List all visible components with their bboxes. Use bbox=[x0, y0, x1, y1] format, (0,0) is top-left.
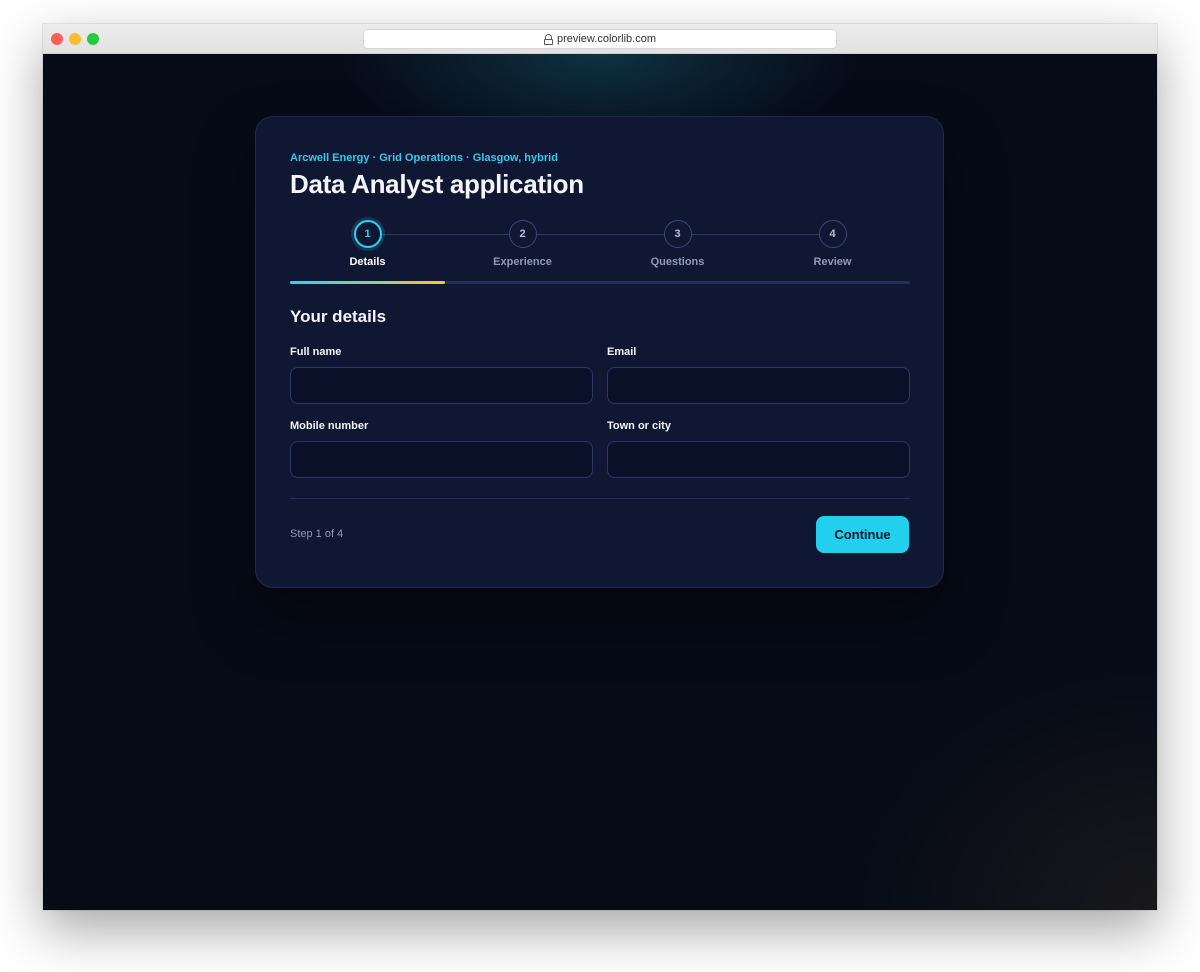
step-questions[interactable]: 3 Questions bbox=[600, 219, 755, 268]
step-label: Experience bbox=[493, 256, 552, 268]
address-bar-url: preview.colorlib.com bbox=[556, 33, 657, 45]
progress-fill bbox=[290, 281, 445, 284]
browser-window: preview.colorlib.com Arcwell Energy · Gr… bbox=[43, 24, 1157, 910]
maximize-window-button[interactable] bbox=[87, 33, 99, 45]
town-input[interactable] bbox=[607, 441, 910, 478]
mobile-number-label: Mobile number bbox=[290, 420, 369, 432]
divider bbox=[290, 498, 910, 499]
step-number: 2 bbox=[508, 220, 537, 248]
step-label: Details bbox=[349, 256, 386, 268]
page-viewport: Arcwell Energy · Grid Operations · Glasg… bbox=[43, 54, 1157, 910]
town-label: Town or city bbox=[607, 420, 671, 432]
step-number: 3 bbox=[663, 220, 692, 248]
step-experience[interactable]: 2 Experience bbox=[445, 219, 600, 268]
progress-track bbox=[290, 281, 910, 284]
close-window-button[interactable] bbox=[51, 33, 63, 45]
full-name-input[interactable] bbox=[290, 367, 593, 404]
lock-icon bbox=[543, 33, 553, 45]
minimize-window-button[interactable] bbox=[69, 33, 81, 45]
job-meta: Arcwell Energy · Grid Operations · Glasg… bbox=[290, 152, 558, 164]
step-label: Questions bbox=[650, 256, 705, 268]
step-number: 1 bbox=[353, 220, 382, 248]
full-name-label: Full name bbox=[290, 346, 342, 358]
step-number: 4 bbox=[818, 220, 847, 248]
step-review[interactable]: 4 Review bbox=[755, 219, 910, 268]
mobile-number-input[interactable] bbox=[290, 441, 593, 478]
step-details[interactable]: 1 Details bbox=[290, 219, 445, 268]
stepper: 1 Details 2 Experience 3 Questions 4 Rev… bbox=[290, 219, 910, 285]
continue-button[interactable]: Continue bbox=[816, 516, 909, 553]
email-input[interactable] bbox=[607, 367, 910, 404]
address-bar[interactable]: preview.colorlib.com bbox=[363, 29, 837, 49]
step-count: Step 1 of 4 bbox=[290, 528, 344, 540]
browser-titlebar: preview.colorlib.com bbox=[43, 24, 1157, 54]
email-label: Email bbox=[607, 346, 637, 358]
step-label: Review bbox=[813, 256, 852, 268]
page-title: Data Analyst application bbox=[290, 169, 584, 199]
section-title: Your details bbox=[290, 307, 387, 326]
application-form-card: Arcwell Energy · Grid Operations · Glasg… bbox=[255, 116, 944, 588]
